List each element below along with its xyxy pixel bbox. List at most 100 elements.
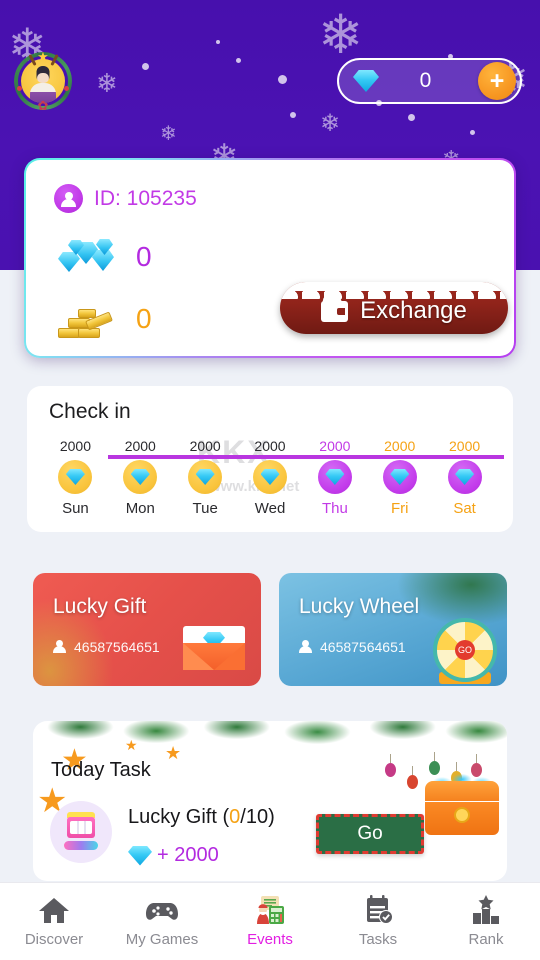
snowflake-icon: ❄ bbox=[318, 5, 364, 65]
diamond-icon bbox=[353, 70, 379, 92]
avatar[interactable]: ★ ✿ bbox=[14, 49, 72, 113]
user-id-label: ID: 105235 bbox=[94, 186, 197, 210]
task-reward-amount: + 2000 bbox=[157, 844, 219, 866]
plus-icon: + bbox=[489, 66, 505, 95]
checkin-day-fri[interactable]: 2000 Fri bbox=[367, 438, 432, 517]
checkin-day-thu[interactable]: 2000 Thu bbox=[302, 438, 367, 517]
person-icon bbox=[53, 640, 66, 654]
checkin-title: Check in bbox=[49, 400, 131, 423]
user-info-card: ID: 105235 0 0 Exchange bbox=[24, 158, 516, 358]
day-node[interactable] bbox=[382, 460, 417, 494]
promo-participants: 46587564651 bbox=[299, 639, 406, 655]
day-amount: 2000 bbox=[449, 438, 481, 454]
day-label: Sat bbox=[453, 500, 476, 517]
day-label: Thu bbox=[321, 500, 348, 517]
day-label: Mon bbox=[125, 500, 155, 517]
ornament-icon bbox=[385, 754, 396, 777]
task-go-button[interactable]: Go bbox=[316, 814, 424, 854]
gem-pile-icon bbox=[56, 238, 120, 276]
checkin-connector bbox=[306, 455, 372, 459]
envelope-icon bbox=[183, 626, 245, 670]
berry-icon bbox=[64, 86, 69, 91]
nav-item-tasks[interactable]: Tasks bbox=[324, 883, 432, 960]
checklist-icon bbox=[361, 895, 395, 925]
gold-balance-row: 0 bbox=[56, 300, 152, 338]
day-node[interactable] bbox=[123, 460, 158, 494]
task-progress-total: /10) bbox=[240, 806, 275, 828]
berry-icon bbox=[17, 86, 22, 91]
snow-dot bbox=[216, 40, 220, 44]
star-icon: ★ bbox=[125, 737, 138, 753]
nav-item-events[interactable]: Events bbox=[216, 883, 324, 960]
day-amount: 2000 bbox=[59, 438, 91, 454]
nav-label: Discover bbox=[24, 931, 84, 948]
nav-label: Events bbox=[247, 931, 293, 948]
star-icon: ★ bbox=[37, 49, 49, 64]
promo-title: Lucky Gift bbox=[53, 595, 147, 618]
day-amount: 2000 bbox=[319, 438, 351, 454]
checkin-day-sat[interactable]: 2000 Sat bbox=[432, 438, 497, 517]
checkin-connector bbox=[108, 455, 174, 459]
diamond-icon bbox=[455, 469, 474, 485]
day-amount: 2000 bbox=[124, 438, 156, 454]
checkin-day-tue[interactable]: 2000 Tue bbox=[173, 438, 238, 517]
bow-icon: ✿ bbox=[37, 98, 49, 113]
promo-count: 46587564651 bbox=[74, 639, 160, 655]
nav-label: Rank bbox=[468, 931, 504, 948]
promo-count: 46587564651 bbox=[320, 639, 406, 655]
task-progress-current: 0 bbox=[229, 806, 241, 828]
snow-dot bbox=[408, 114, 415, 121]
promo-card-lucky-wheel[interactable]: Lucky Wheel 46587564651 GO bbox=[279, 573, 507, 686]
gold-count-value: 0 bbox=[136, 303, 152, 334]
checkin-day-mon[interactable]: 2000 Mon bbox=[108, 438, 173, 517]
day-label: Fri bbox=[390, 500, 409, 517]
person-icon bbox=[299, 640, 312, 654]
snowflake-icon: ❄ bbox=[320, 110, 341, 137]
today-task-card: ★ ★ ★ ★ Today Task Lucky Gift (0/10) + 2… bbox=[33, 721, 507, 881]
task-section-title: Today Task bbox=[51, 759, 151, 781]
task-reward-row: + 2000 bbox=[128, 844, 219, 867]
wallet-icon bbox=[321, 300, 349, 322]
add-gems-button[interactable]: + bbox=[478, 62, 516, 100]
checkin-day-wed[interactable]: 2000 Wed bbox=[238, 438, 303, 517]
day-node[interactable] bbox=[317, 460, 352, 494]
bottom-navigation: Discover My Games Events Tasks Rank bbox=[0, 882, 540, 960]
diamond-icon bbox=[196, 469, 215, 485]
snowflake-icon: ❄ bbox=[96, 68, 118, 98]
day-node[interactable] bbox=[188, 460, 223, 494]
events-icon bbox=[253, 895, 287, 925]
snow-cap-decoration bbox=[280, 282, 508, 299]
day-node[interactable] bbox=[447, 460, 482, 494]
day-label: Sun bbox=[62, 500, 89, 517]
exchange-button[interactable]: Exchange bbox=[280, 282, 508, 334]
home-icon bbox=[37, 895, 71, 925]
snow-dot bbox=[470, 130, 475, 135]
day-amount: 2000 bbox=[254, 438, 286, 454]
nav-label: My Games bbox=[125, 931, 199, 948]
checkin-card: Check in KKX www.kkx.net 2000 Sun 2000 M… bbox=[27, 386, 513, 532]
gem-balance-value: 0 bbox=[419, 69, 432, 92]
checkin-day-list: 2000 Sun 2000 Mon 2000 Tue 2000 Wed 2000… bbox=[43, 438, 497, 517]
treasure-chest-icon bbox=[425, 773, 499, 835]
lucky-wheel-icon: GO bbox=[433, 618, 497, 684]
nav-item-rank[interactable]: Rank bbox=[432, 883, 540, 960]
day-node[interactable] bbox=[253, 460, 287, 494]
nav-label: Tasks bbox=[358, 931, 398, 948]
diamond-icon bbox=[128, 846, 152, 866]
checkin-day-sun[interactable]: 2000 Sun bbox=[43, 438, 108, 517]
go-label: Go bbox=[357, 823, 383, 844]
nav-item-discover[interactable]: Discover bbox=[0, 883, 108, 960]
snow-dot bbox=[236, 58, 241, 63]
nav-item-my-games[interactable]: My Games bbox=[108, 883, 216, 960]
gamepad-icon bbox=[145, 895, 179, 925]
checkin-connector bbox=[174, 455, 240, 459]
gem-balance-row: 0 bbox=[56, 238, 152, 276]
day-node[interactable] bbox=[58, 460, 93, 494]
gem-balance-pill[interactable]: 0 + bbox=[337, 58, 522, 104]
exchange-label: Exchange bbox=[360, 297, 467, 324]
day-amount: 2000 bbox=[189, 438, 221, 454]
ornament-icon bbox=[407, 766, 418, 789]
promo-card-lucky-gift[interactable]: Lucky Gift 46587564651 bbox=[33, 573, 261, 686]
day-label: Tue bbox=[192, 500, 218, 517]
diamond-icon bbox=[325, 469, 344, 485]
